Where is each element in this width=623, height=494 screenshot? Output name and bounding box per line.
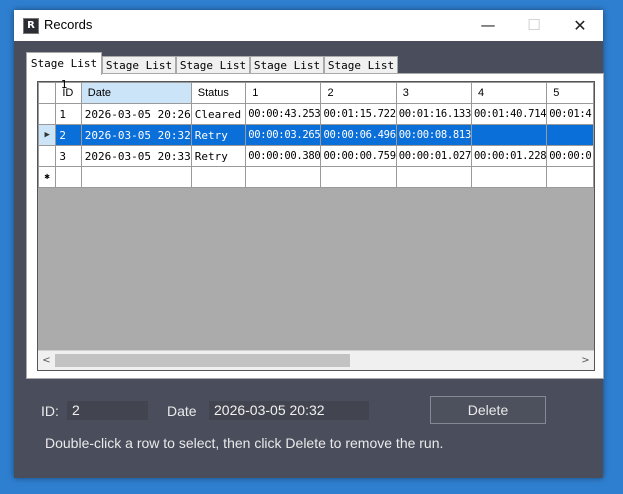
cell-time-2[interactable]: 00:00:00.759 <box>320 145 397 167</box>
cell-time-3[interactable]: 00:01:16.133 <box>395 103 472 125</box>
date-label: Date <box>167 403 197 419</box>
scroll-thumb[interactable] <box>55 354 350 367</box>
column-header-status[interactable]: Status <box>190 82 247 104</box>
column-header-2[interactable]: 2 <box>320 82 397 104</box>
cell-status[interactable]: Retry <box>190 124 247 146</box>
cell-time-5[interactable]: 00:01:4 <box>546 103 594 125</box>
tab-panel: ID Date Status 1 2 3 4 5 1 2026-03-05 20… <box>26 73 604 379</box>
column-header-4[interactable]: 4 <box>470 82 548 104</box>
new-cell[interactable] <box>190 166 247 188</box>
cell-status[interactable]: Cleared <box>190 103 247 125</box>
window-title: Records <box>44 17 93 32</box>
cell-time-1[interactable]: 00:00:00.380 <box>245 145 322 167</box>
new-cell[interactable] <box>470 166 548 188</box>
id-label: ID: <box>41 403 59 419</box>
table-row-selected[interactable]: ▶ 2 2026-03-05 20:32 Retry 00:00:03.265 … <box>38 124 594 146</box>
cell-time-4[interactable]: 00:00:01.228 <box>470 145 548 167</box>
cell-status[interactable]: Retry <box>190 145 247 167</box>
new-cell[interactable] <box>546 166 594 188</box>
records-window: R Records — ☐ ✕ Stage List 1 Stage List … <box>14 10 604 478</box>
table-row[interactable]: 3 2026-03-05 20:33 Retry 00:00:00.380 00… <box>38 145 594 167</box>
column-header-1[interactable]: 1 <box>245 82 322 104</box>
cell-time-4[interactable] <box>470 124 548 146</box>
row-header[interactable] <box>38 145 57 167</box>
cell-time-1[interactable]: 00:00:43.253 <box>245 103 322 125</box>
selected-row-arrow-icon[interactable]: ▶ <box>38 124 57 146</box>
cell-date[interactable]: 2026-03-05 20:33 <box>80 145 192 167</box>
cell-time-5[interactable]: 00:00:0 <box>546 145 594 167</box>
cell-time-2[interactable]: 00:00:06.496 <box>320 124 397 146</box>
app-icon: R <box>23 18 39 34</box>
date-field[interactable]: 2026-03-05 20:32 <box>209 401 369 420</box>
horizontal-scrollbar[interactable]: < > <box>38 350 594 370</box>
close-button[interactable]: ✕ <box>557 10 603 41</box>
tab-stage-list-2[interactable]: Stage List 2 <box>102 56 176 89</box>
cell-id[interactable]: 3 <box>55 145 82 167</box>
records-grid[interactable]: ID Date Status 1 2 3 4 5 1 2026-03-05 20… <box>37 81 595 371</box>
id-field[interactable]: 2 <box>67 401 148 420</box>
maximize-button[interactable]: ☐ <box>511 10 557 41</box>
cell-time-1[interactable]: 00:00:03.265 <box>245 124 322 146</box>
new-row-asterisk-icon[interactable]: ✱ <box>38 166 57 188</box>
scroll-right-arrow-icon[interactable]: > <box>577 351 594 370</box>
new-cell[interactable] <box>80 166 192 188</box>
tab-stage-list-5[interactable]: Stage List 5 <box>324 56 398 89</box>
column-header-3[interactable]: 3 <box>395 82 472 104</box>
cell-id[interactable]: 1 <box>55 103 82 125</box>
cell-date[interactable]: 2026-03-05 20:26 <box>80 103 192 125</box>
cell-date[interactable]: 2026-03-05 20:32 <box>80 124 192 146</box>
new-cell[interactable] <box>55 166 82 188</box>
column-header-5[interactable]: 5 <box>546 82 594 104</box>
cell-time-2[interactable]: 00:01:15.722 <box>320 103 397 125</box>
minimize-button[interactable]: — <box>465 10 511 41</box>
tab-stage-list-3[interactable]: Stage List 3 <box>176 56 250 89</box>
records-table: ID Date Status 1 2 3 4 5 1 2026-03-05 20… <box>38 82 594 188</box>
title-bar[interactable]: R Records — ☐ ✕ <box>14 10 603 41</box>
delete-button[interactable]: Delete <box>430 396 546 424</box>
scroll-left-arrow-icon[interactable]: < <box>38 351 55 370</box>
header-row: ID Date Status 1 2 3 4 5 <box>38 82 594 104</box>
table-row[interactable]: 1 2026-03-05 20:26 Cleared 00:00:43.253 … <box>38 103 594 125</box>
cell-time-3[interactable]: 00:00:08.813 <box>395 124 472 146</box>
new-cell[interactable] <box>395 166 472 188</box>
new-row[interactable]: ✱ <box>38 166 594 188</box>
cell-id[interactable]: 2 <box>55 124 82 146</box>
row-header[interactable] <box>38 103 57 125</box>
cell-time-5[interactable] <box>546 124 594 146</box>
new-cell[interactable] <box>320 166 397 188</box>
new-cell[interactable] <box>245 166 322 188</box>
column-header-date[interactable]: Date <box>80 82 192 104</box>
tab-stage-list-4[interactable]: Stage List 4 <box>250 56 324 89</box>
hint-text: Double-click a row to select, then click… <box>45 435 444 451</box>
tab-stage-list-1[interactable]: Stage List 1 <box>26 52 102 91</box>
column-header-id[interactable]: ID <box>55 82 82 104</box>
corner-header-cell <box>38 82 57 104</box>
cell-time-3[interactable]: 00:00:01.027 <box>395 145 472 167</box>
cell-time-4[interactable]: 00:01:40.714 <box>470 103 548 125</box>
